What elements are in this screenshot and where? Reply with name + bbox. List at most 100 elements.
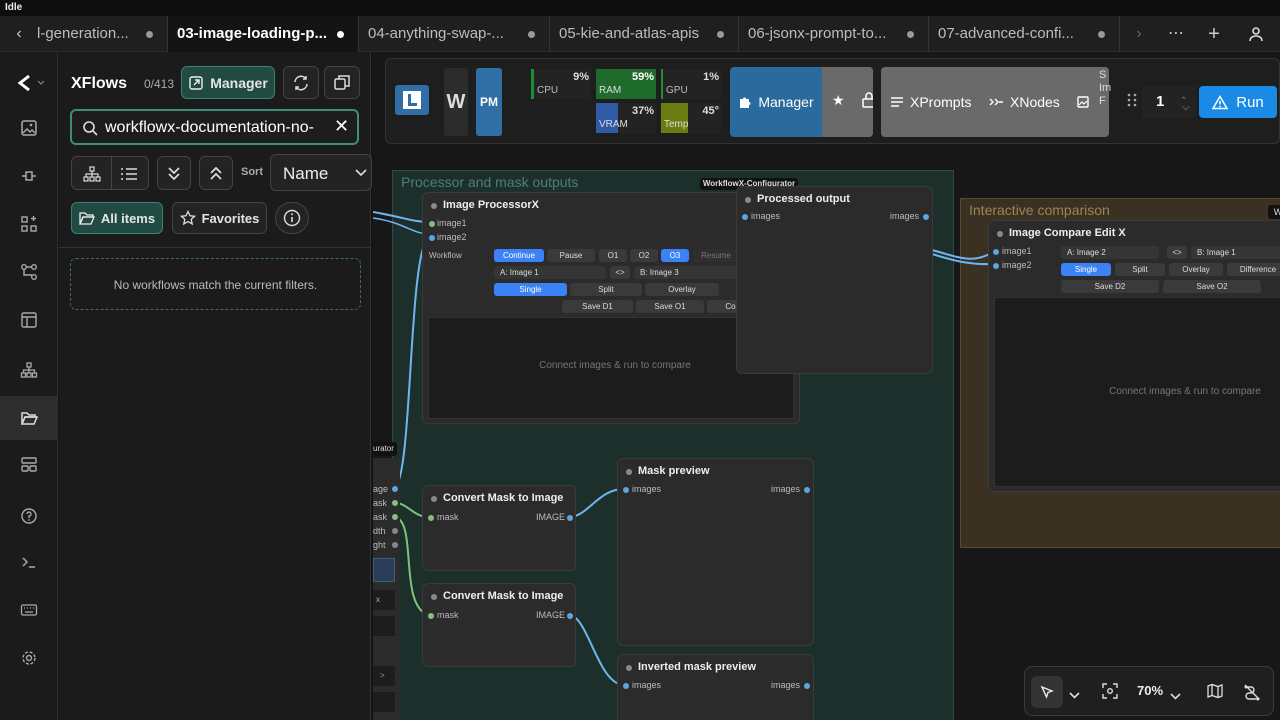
output-port[interactable] [392, 500, 398, 506]
mode-single-button[interactable]: Single [1061, 263, 1111, 276]
app-logo-icon[interactable] [395, 85, 429, 115]
node-convert-mask-1[interactable]: Convert Mask to Image mask IMAGE [422, 485, 576, 571]
o3-button[interactable]: O3 [661, 249, 689, 262]
flow-icon[interactable] [0, 250, 58, 294]
swap-button[interactable]: <> [1167, 246, 1187, 259]
favorites-filter[interactable]: Favorites [172, 202, 267, 234]
node-canvas[interactable]: Processor and mask outputs Interactive c… [373, 52, 1280, 720]
settings-gear-icon[interactable] [0, 636, 58, 680]
tab-workflow-1[interactable]: l-generation... [28, 16, 168, 52]
plug-icon[interactable] [0, 154, 58, 198]
search-input[interactable]: workflowx-documentation-no- [105, 119, 333, 137]
save-d2-button[interactable]: Save D2 [1061, 280, 1159, 293]
mode-difference-button[interactable]: Difference [1227, 263, 1280, 276]
tab-workflow-6[interactable]: 07-advanced-confi... [929, 16, 1120, 52]
input-port[interactable] [429, 221, 435, 227]
swap-button[interactable]: <> [610, 266, 630, 279]
output-port[interactable] [567, 613, 573, 619]
refresh-button[interactable] [283, 66, 319, 99]
node-image-compare-edit[interactable]: Image Compare Edit X image1 image2 A: Im… [988, 220, 1280, 492]
info-button[interactable] [275, 202, 309, 234]
mode-split-button[interactable]: Split [1115, 263, 1165, 276]
save-d1-button[interactable]: Save D1 [562, 300, 633, 313]
input-port[interactable] [623, 683, 629, 689]
input-port[interactable] [428, 613, 434, 619]
input-port[interactable] [993, 249, 999, 255]
node-collapse-dot[interactable] [626, 469, 632, 475]
terminal-icon[interactable] [0, 540, 58, 584]
node-collapse-dot[interactable] [431, 594, 437, 600]
node-collapse-dot[interactable] [431, 203, 437, 209]
help-icon[interactable] [0, 494, 58, 538]
nodes-sparkle-icon[interactable] [0, 202, 58, 246]
partial-field[interactable]: x [373, 590, 395, 610]
output-port[interactable] [923, 214, 929, 220]
partial-field[interactable] [373, 692, 395, 712]
node-collapse-dot[interactable] [626, 665, 632, 671]
decrement-icon[interactable]: ⌵ [1182, 102, 1190, 113]
output-port[interactable] [392, 514, 398, 520]
node-collapse-dot[interactable] [745, 197, 751, 203]
configurator-node-partial[interactable]: age ask ask dth ght x > [373, 458, 400, 720]
xprompts-button[interactable]: XPrompts [891, 67, 971, 137]
node-inverted-mask-preview[interactable]: Inverted mask preview images images [617, 654, 814, 720]
tree-view-icon[interactable] [83, 166, 101, 182]
input-port[interactable] [428, 515, 434, 521]
input-port[interactable] [623, 487, 629, 493]
list-view-icon[interactable] [120, 166, 138, 182]
partial-widget[interactable] [373, 558, 395, 582]
pause-button[interactable]: Pause [547, 249, 595, 262]
partial-field[interactable] [373, 616, 395, 636]
increment-icon[interactable]: ‸ [1182, 88, 1185, 99]
tab-workflow-5[interactable]: 06-jsonx-prompt-to... [739, 16, 929, 52]
mode-overlay-button[interactable]: Overlay [645, 283, 719, 296]
node-collapse-dot[interactable] [431, 496, 437, 502]
select-image-b[interactable]: B: Image 1 [1191, 246, 1280, 259]
input-port[interactable] [742, 214, 748, 220]
logo-icon[interactable] [0, 61, 58, 105]
save-o1-button[interactable]: Save O1 [636, 300, 704, 313]
sort-select[interactable]: Name [270, 154, 372, 191]
lock-icon[interactable] [862, 92, 873, 108]
select-image-a[interactable]: A: Image 1 [494, 266, 606, 279]
image-gallery-icon[interactable] [0, 106, 58, 150]
minimap-icon[interactable] [1207, 683, 1223, 704]
output-port[interactable] [392, 528, 398, 534]
expand-all-button[interactable] [157, 156, 191, 190]
node-processed-output[interactable]: Processed output images images [736, 186, 933, 374]
continue-button[interactable]: Continue [494, 249, 544, 262]
search-field[interactable]: workflowx-documentation-no- ✕ [70, 109, 359, 145]
user-icon[interactable] [1242, 16, 1270, 52]
input-port[interactable] [993, 263, 999, 269]
duplicate-button[interactable] [324, 66, 360, 99]
chevron-left-icon[interactable]: ‹ [8, 16, 30, 52]
node-collapse-dot[interactable] [997, 231, 1003, 237]
resume-button[interactable]: Resume [693, 249, 739, 262]
output-port[interactable] [392, 486, 398, 492]
output-port[interactable] [804, 683, 810, 689]
node-convert-mask-2[interactable]: Convert Mask to Image mask IMAGE [422, 583, 576, 667]
fit-view-icon[interactable] [1102, 683, 1118, 704]
clear-search-icon[interactable]: ✕ [334, 116, 349, 137]
zoom-level[interactable]: 70% [1137, 683, 1163, 698]
select-image-a[interactable]: A: Image 2 [1061, 246, 1159, 259]
keyboard-icon[interactable] [0, 588, 58, 632]
node-mask-preview[interactable]: Mask preview images images [617, 458, 814, 646]
w-extension-button[interactable]: W [444, 68, 468, 136]
select-image-b[interactable]: B: Image 3 [634, 266, 744, 279]
queue-count-stepper[interactable]: 1 ‸ ⌵ [1142, 86, 1196, 118]
manager-button[interactable]: Manager [181, 66, 275, 99]
tool-menu-chevron-icon[interactable] [1069, 686, 1080, 704]
hide-links-icon[interactable] [1243, 683, 1261, 706]
layout-icon[interactable] [0, 298, 58, 342]
tab-workflow-4[interactable]: 05-kie-and-atlas-apis [550, 16, 739, 52]
select-tool-button[interactable] [1031, 676, 1063, 708]
star-icon[interactable]: ★ [832, 92, 845, 109]
tab-workflow-3[interactable]: 04-anything-swap-... [359, 16, 550, 52]
o1-button[interactable]: O1 [599, 249, 627, 262]
output-port[interactable] [567, 515, 573, 521]
chevron-right-icon[interactable]: › [1128, 16, 1150, 52]
o2-button[interactable]: O2 [630, 249, 658, 262]
run-button[interactable]: Run [1199, 86, 1277, 118]
input-port[interactable] [429, 235, 435, 241]
